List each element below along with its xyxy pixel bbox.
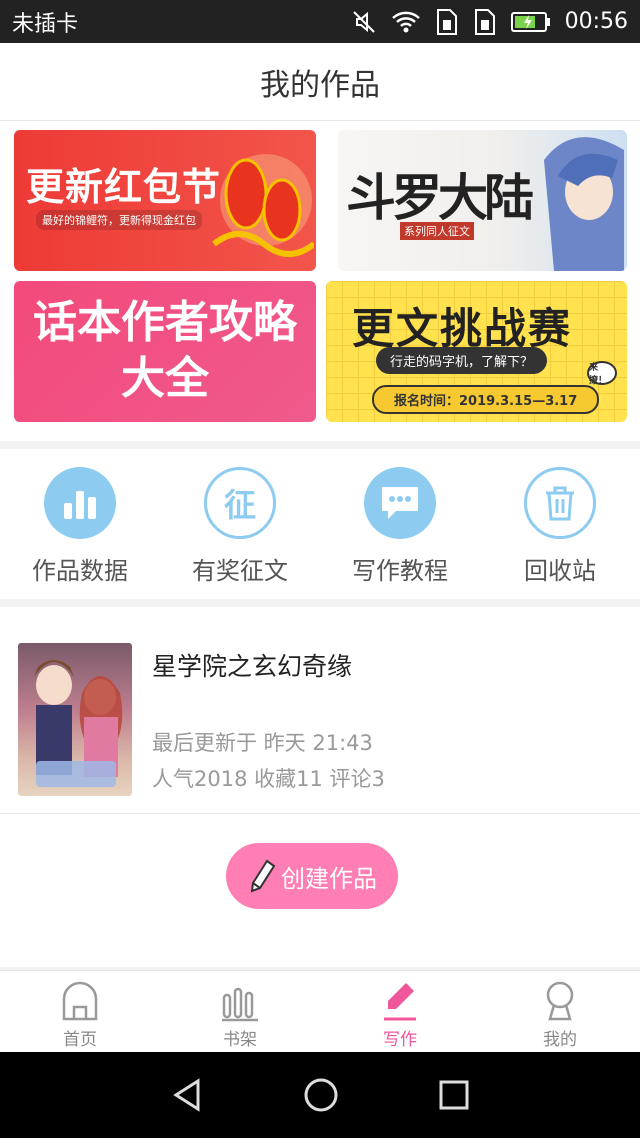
quick-action-label: 写作教程 xyxy=(352,557,448,585)
page-header: 我的作品 xyxy=(0,43,640,121)
quick-action-contest[interactable]: 征 有奖征文 xyxy=(160,449,320,599)
work-stats: 人气2018 收藏11 评论3 xyxy=(152,767,385,791)
sim-icon-2 xyxy=(474,8,495,35)
banner-red-packet[interactable]: 更新红包节 最好的锦鲤符，更新得现金红包 xyxy=(14,130,316,271)
quick-action-label: 回收站 xyxy=(524,557,596,585)
quick-action-label: 作品数据 xyxy=(32,557,128,585)
anime-character-image xyxy=(544,137,624,271)
mute-icon xyxy=(352,10,375,33)
page-title: 我的作品 xyxy=(260,67,380,103)
banner-challenge-badge: 来撩！ xyxy=(587,361,617,386)
pencil-icon xyxy=(250,859,276,893)
banner-douluo-subtitle: 系列同人征文 xyxy=(400,222,474,240)
tab-bookshelf[interactable]: 书架 xyxy=(160,971,320,1052)
back-icon[interactable] xyxy=(170,1077,204,1113)
quick-actions: 作品数据 征 有奖征文 写作教程 回收站 xyxy=(0,449,640,599)
battery-icon xyxy=(510,11,550,32)
banner-red-packet-subtitle: 最好的锦鲤符，更新得现金红包 xyxy=(36,210,202,230)
recents-icon[interactable] xyxy=(438,1079,470,1111)
status-bar: 未插卡 00:56 xyxy=(0,0,640,43)
quick-action-tutorial[interactable]: 写作教程 xyxy=(320,449,480,599)
banner-guide[interactable]: 话本作者攻略大全 xyxy=(14,281,316,422)
koi-fish-icon xyxy=(212,154,314,257)
bookshelf-icon xyxy=(222,987,258,1022)
work-title: 星学院之玄幻奇缘 xyxy=(152,652,353,681)
banner-douluo-title: 斗罗大陆 xyxy=(346,168,534,227)
home-icon xyxy=(62,981,98,1021)
tab-label: 首页 xyxy=(63,1030,97,1050)
banner-douluo[interactable]: 斗罗大陆 系列同人征文 xyxy=(338,130,627,271)
tab-label: 我的 xyxy=(543,1030,577,1050)
carrier-text: 未插卡 xyxy=(12,11,79,37)
tab-profile[interactable]: 我的 xyxy=(480,971,640,1052)
tab-label: 书架 xyxy=(223,1030,257,1050)
zheng-glyph: 征 xyxy=(223,486,256,524)
zheng-icon: 征 xyxy=(204,467,276,539)
tab-write[interactable]: 写作 xyxy=(320,971,480,1052)
pen-icon xyxy=(384,983,416,1021)
banner-guide-title: 话本作者攻略大全 xyxy=(33,297,297,404)
wifi-icon xyxy=(391,11,420,32)
status-icons: 00:56 xyxy=(351,8,628,36)
work-updated: 最后更新于 昨天 21:43 xyxy=(152,731,373,755)
banner-challenge-date: 报名时间：2019.3.15—3.17 xyxy=(372,385,600,414)
banner-grid: 更新红包节 最好的锦鲤符，更新得现金红包 斗罗大陆 系列同人征文 话本作者攻略大… xyxy=(0,121,640,441)
profile-icon xyxy=(546,981,574,1021)
create-work-label: 创建作品 xyxy=(281,864,377,893)
bar-chart-icon xyxy=(44,467,116,539)
banner-challenge[interactable]: 更文挑战赛 行走的码字机，了解下？ 报名时间：2019.3.15—3.17 来撩… xyxy=(326,281,627,422)
quick-action-work-data[interactable]: 作品数据 xyxy=(0,449,160,599)
trash-icon xyxy=(524,467,596,539)
bottom-tab-bar: 首页 书架 写作 我的 xyxy=(0,970,640,1052)
quick-action-recycle-bin[interactable]: 回收站 xyxy=(480,449,640,599)
system-nav-bar xyxy=(0,1052,640,1138)
chat-bubble-icon xyxy=(364,467,436,539)
tab-home[interactable]: 首页 xyxy=(0,971,160,1052)
quick-action-label: 有奖征文 xyxy=(192,557,288,585)
work-section: 星学院之玄幻奇缘 最后更新于 昨天 21:43 人气2018 收藏11 评论3 … xyxy=(0,607,640,967)
banner-red-packet-title: 更新红包节 xyxy=(26,165,222,209)
home-circle-icon[interactable] xyxy=(303,1077,339,1113)
sim-icon xyxy=(436,8,457,35)
work-cover-image xyxy=(18,643,132,796)
divider xyxy=(0,813,640,814)
tab-label: 写作 xyxy=(383,1030,417,1050)
create-work-button[interactable]: 创建作品 xyxy=(226,843,398,909)
clock-text: 00:56 xyxy=(564,9,628,34)
banner-challenge-subtitle: 行走的码字机，了解下？ xyxy=(376,347,548,374)
